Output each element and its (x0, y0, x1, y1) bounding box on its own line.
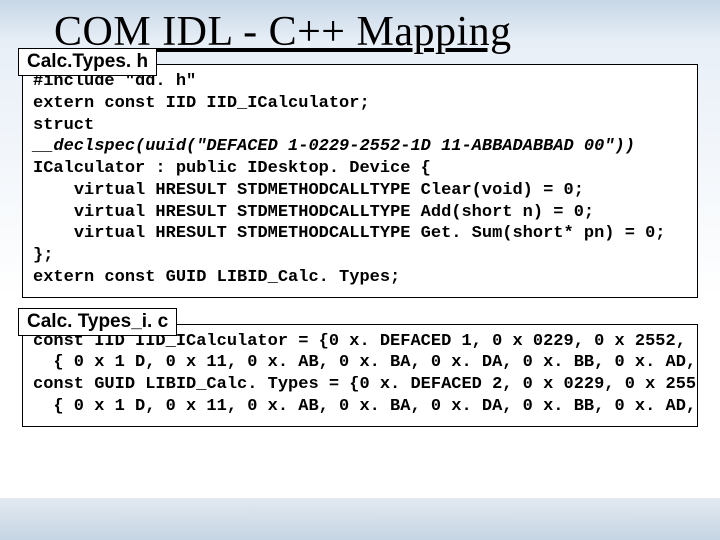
code-box-2: const IID IID_ICalculator = {0 x. DEFACE… (22, 324, 698, 427)
code2-l4: { 0 x 1 D, 0 x 11, 0 x. AB, 0 x. BA, 0 x… (33, 397, 698, 416)
code2-l3: const GUID LIBID_Calc. Types = {0 x. DEF… (33, 375, 698, 394)
code-box-1: #include "dd. h" extern const IID IID_IC… (22, 64, 698, 298)
code2-l2: { 0 x 1 D, 0 x 11, 0 x. AB, 0 x. BA, 0 x… (33, 353, 698, 372)
file-label-1: Calc.Types. h (18, 48, 157, 76)
code1-l7: virtual HRESULT STDMETHODCALLTYPE Add(sh… (74, 203, 594, 222)
code1-l6: virtual HRESULT STDMETHODCALLTYPE Clear(… (74, 181, 584, 200)
code1-l10: extern const GUID LIBID_Calc. Types; (33, 268, 400, 287)
code1-l4: __declspec(uuid("DEFACED 1-0229-2552-1D … (33, 137, 635, 156)
slide: COM IDL - C++ Mapping Calc.Types. h #inc… (0, 0, 720, 427)
code1-l5: ICalculator : public IDesktop. Device { (33, 159, 431, 178)
code1-l2: extern const IID IID_ICalculator; (33, 94, 370, 113)
code1-l9: }; (33, 246, 53, 265)
code1-l3: struct (33, 116, 94, 135)
code1-l8: virtual HRESULT STDMETHODCALLTYPE Get. S… (74, 224, 666, 243)
file-label-2: Calc. Types_i. c (18, 308, 177, 336)
